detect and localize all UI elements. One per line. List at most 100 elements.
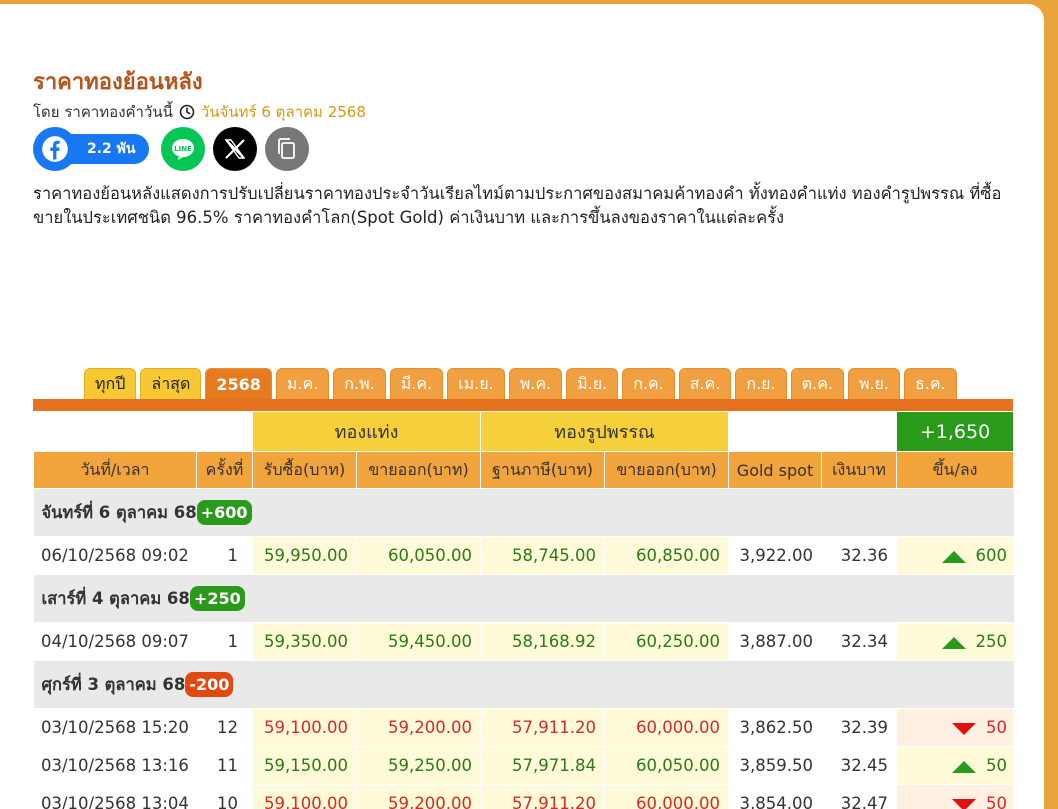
tab-13[interactable]: พ.ย. bbox=[847, 368, 900, 400]
tab-3[interactable]: ม.ค. bbox=[275, 368, 330, 400]
cell-thb: 32.39 bbox=[821, 708, 898, 747]
column-header: เงินบาท bbox=[821, 451, 898, 489]
cell-bar-buy: 59,150.00 bbox=[252, 746, 357, 785]
cell-no: 12 bbox=[196, 708, 253, 747]
cell-spot: 3,854.00 bbox=[728, 784, 823, 809]
cell-change: 50 bbox=[896, 708, 1015, 747]
day-label: จันทร์ที่ 6 ตุลาคม 68 bbox=[41, 502, 197, 522]
day-change-badge: +600 bbox=[196, 499, 252, 525]
tab-0[interactable]: ทุกปี bbox=[84, 368, 137, 400]
facebook-share[interactable]: 2.2 พัน bbox=[33, 127, 150, 171]
tab-5[interactable]: มี.ค. bbox=[389, 368, 444, 400]
tab-1[interactable]: ล่าสุด bbox=[140, 368, 202, 400]
x-share-button[interactable] bbox=[213, 127, 258, 171]
day-label: เสาร์ที่ 4 ตุลาคม 68 bbox=[41, 588, 190, 608]
column-header: ครั้งที่ bbox=[196, 451, 253, 489]
table-row: 03/10/2568 13:16 11 59,150.00 59,250.00 57,9… bbox=[33, 746, 1015, 785]
cell-orn-sell: 60,000.00 bbox=[604, 784, 730, 809]
cell-change: 600 bbox=[896, 536, 1015, 575]
table-row: 03/10/2568 13:04 10 59,100.00 59,200.00 57,9… bbox=[33, 784, 1015, 809]
cell-no: 11 bbox=[196, 746, 253, 785]
cell-orn-sell: 60,050.00 bbox=[604, 746, 730, 785]
column-header-row: วันที่/เวลา ครั้งที่ รับซื้อ(บาท) ขายออก(บา… bbox=[33, 451, 1015, 489]
day-label-cell: จันทร์ที่ 6 ตุลาคม 68 +600 bbox=[33, 488, 1014, 537]
triangle-down-icon bbox=[952, 798, 977, 809]
cell-orn-tax: 57,911.20 bbox=[480, 708, 606, 747]
facebook-share-count[interactable]: 2.2 พัน bbox=[71, 134, 150, 164]
publish-date: วันจันทร์ 6 ตุลาคม 2568 bbox=[200, 103, 366, 121]
triangle-down-icon bbox=[952, 722, 977, 735]
line-share-button[interactable]: LINE bbox=[161, 127, 206, 171]
cell-datetime: 03/10/2568 15:20 bbox=[33, 708, 197, 747]
tab-4[interactable]: ก.พ. bbox=[333, 368, 386, 400]
column-header: ฐานภาษี(บาท) bbox=[480, 451, 606, 489]
day-change-badge: +250 bbox=[189, 585, 245, 611]
tab-6[interactable]: เม.ย. bbox=[447, 368, 505, 400]
cell-no: 1 bbox=[196, 536, 253, 575]
cell-bar-sell: 60,050.00 bbox=[355, 536, 482, 575]
tab-8[interactable]: มิ.ย. bbox=[566, 368, 619, 400]
triangle-up-icon bbox=[941, 636, 966, 649]
column-header: วันที่/เวลา bbox=[33, 451, 197, 489]
tab-14[interactable]: ธ.ค. bbox=[904, 368, 957, 400]
cell-orn-sell: 60,250.00 bbox=[604, 622, 730, 661]
tab-7[interactable]: พ.ค. bbox=[508, 368, 563, 400]
svg-text:LINE: LINE bbox=[175, 145, 193, 153]
column-header: ขายออก(บาท) bbox=[604, 451, 730, 489]
cell-bar-buy: 59,350.00 bbox=[252, 622, 357, 661]
cell-thb: 32.47 bbox=[821, 784, 898, 809]
share-bar: 2.2 พัน LINE bbox=[33, 127, 310, 171]
table-row: 03/10/2568 15:20 12 59,100.00 59,200.00 57,9… bbox=[33, 708, 1015, 747]
table-row: 06/10/2568 09:02 1 59,950.00 60,050.00 58,74… bbox=[33, 536, 1015, 575]
cell-bar-sell: 59,250.00 bbox=[355, 746, 482, 785]
day-group-row: จันทร์ที่ 6 ตุลาคม 68 +600 bbox=[33, 488, 1014, 537]
cell-no: 1 bbox=[196, 622, 253, 661]
group-header-blank-2 bbox=[728, 411, 898, 452]
day-change-badge: -200 bbox=[185, 671, 234, 697]
day-label: ศุกร์ที่ 3 ตุลาคม 68 bbox=[41, 674, 186, 694]
cell-spot: 3,922.00 bbox=[728, 536, 823, 575]
total-change: +1,650 bbox=[896, 411, 1015, 452]
cell-bar-buy: 59,100.00 bbox=[252, 784, 357, 809]
cell-change: 250 bbox=[896, 622, 1015, 661]
page-description: ราคาทองย้อนหลังแสดงการปรับเปลี่ยนราคาทอง… bbox=[33, 184, 1002, 227]
tab-underline bbox=[33, 399, 1013, 411]
tab-10[interactable]: ส.ค. bbox=[678, 368, 732, 400]
page-title: ราคาทองย้อนหลัง bbox=[33, 70, 203, 95]
day-group-row: เสาร์ที่ 4 ตุลาคม 68 +250 bbox=[33, 574, 1014, 623]
cell-bar-sell: 59,200.00 bbox=[355, 708, 482, 747]
cell-bar-sell: 59,450.00 bbox=[355, 622, 482, 661]
line-icon: LINE bbox=[172, 139, 195, 160]
change-value: 250 bbox=[975, 632, 1008, 651]
group-header-gold-ornament: ทองรูปพรรณ bbox=[480, 411, 730, 452]
cell-bar-buy: 59,950.00 bbox=[252, 536, 357, 575]
clock-icon bbox=[179, 104, 195, 120]
cell-no: 10 bbox=[196, 784, 253, 809]
cell-spot: 3,859.50 bbox=[728, 746, 823, 785]
triangle-up-icon bbox=[941, 550, 966, 563]
cell-datetime: 03/10/2568 13:04 bbox=[33, 784, 197, 809]
tab-12[interactable]: ต.ค. bbox=[790, 368, 844, 400]
cell-bar-buy: 59,100.00 bbox=[252, 708, 357, 747]
gold-price-table: ทองแท่ง ทองรูปพรรณ +1,650 วันที่/เวลา ครั… bbox=[33, 411, 1015, 809]
cell-bar-sell: 59,200.00 bbox=[355, 784, 482, 809]
day-label-cell: ศุกร์ที่ 3 ตุลาคม 68 -200 bbox=[33, 660, 1014, 709]
tab-9[interactable]: ก.ค. bbox=[622, 368, 675, 400]
byline: โดย ราคาทองคำวันนี้ วันจันทร์ 6 ตุลาคม 2… bbox=[33, 100, 366, 124]
change-value: 50 bbox=[986, 794, 1008, 809]
copy-link-button[interactable] bbox=[265, 127, 310, 171]
cell-change: 50 bbox=[896, 784, 1015, 809]
cell-spot: 3,887.00 bbox=[728, 622, 823, 661]
cell-orn-tax: 58,168.92 bbox=[480, 622, 606, 661]
cell-orn-tax: 57,971.84 bbox=[480, 746, 606, 785]
tab-2[interactable]: 2568 bbox=[205, 368, 272, 400]
tab-11[interactable]: ก.ย. bbox=[735, 368, 787, 400]
cell-spot: 3,862.50 bbox=[728, 708, 823, 747]
cell-thb: 32.45 bbox=[821, 746, 898, 785]
column-header: Gold spot bbox=[728, 451, 823, 489]
group-header-blank bbox=[33, 411, 253, 452]
cell-thb: 32.34 bbox=[821, 622, 898, 661]
group-header-row: ทองแท่ง ทองรูปพรรณ +1,650 bbox=[33, 411, 1015, 452]
change-value: 50 bbox=[986, 756, 1008, 775]
change-value: 600 bbox=[975, 546, 1008, 565]
